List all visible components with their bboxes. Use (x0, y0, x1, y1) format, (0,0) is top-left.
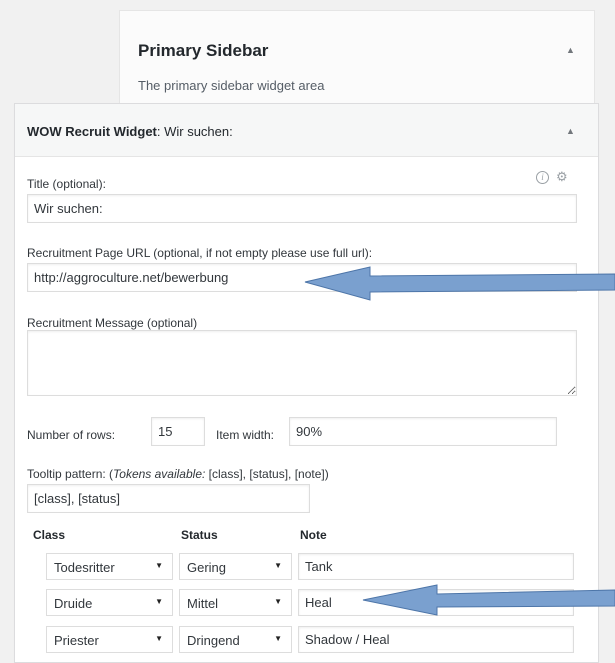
recruitment-url-input[interactable] (27, 263, 577, 292)
dropdown-arrow-icon: ▼ (155, 561, 163, 570)
tooltip-label: Tooltip pattern: (Tokens available: [cla… (27, 467, 329, 481)
column-header-status: Status (181, 528, 218, 542)
url-label: Recruitment Page URL (optional, if not e… (27, 246, 373, 260)
status-select-value: Dringend (187, 633, 240, 648)
dropdown-arrow-icon: ▼ (274, 561, 282, 570)
note-input[interactable] (298, 589, 574, 616)
class-select[interactable]: Priester ▼ (46, 626, 173, 653)
class-select-value: Todesritter (54, 560, 115, 575)
status-select[interactable]: Dringend ▼ (179, 626, 292, 653)
widget-toggle-icon[interactable]: ▲ (566, 126, 575, 136)
sidebar-description: The primary sidebar widget area (138, 78, 325, 93)
class-select-value: Priester (54, 633, 99, 648)
title-input[interactable] (27, 194, 577, 223)
class-select[interactable]: Druide ▼ (46, 589, 173, 616)
status-select-value: Gering (187, 560, 227, 575)
note-input[interactable] (298, 626, 574, 653)
widget-title-suffix: : Wir suchen: (156, 124, 233, 139)
info-icon[interactable]: i (536, 171, 549, 184)
widget-title: WOW Recruit Widget: Wir suchen: (27, 124, 233, 139)
rows-input[interactable] (151, 417, 205, 446)
tooltip-label-tokens: Tokens available: (113, 467, 206, 481)
class-select[interactable]: Todesritter ▼ (46, 553, 173, 580)
tooltip-label-prefix: Tooltip pattern: ( (27, 467, 114, 481)
column-header-class: Class (33, 528, 66, 542)
class-select-value: Druide (54, 596, 93, 611)
dropdown-arrow-icon: ▼ (155, 597, 163, 606)
tooltip-label-suffix: [class], [status], [note]) (205, 467, 329, 481)
status-select-value: Mittel (187, 596, 219, 611)
status-select[interactable]: Mittel ▼ (179, 589, 292, 616)
sidebar-title: Primary Sidebar (138, 41, 269, 60)
rows-label: Number of rows: (27, 428, 116, 442)
tooltip-pattern-input[interactable] (27, 484, 310, 513)
dropdown-arrow-icon: ▼ (274, 597, 282, 606)
recruitment-message-textarea[interactable] (27, 330, 577, 396)
message-label: Recruitment Message (optional) (27, 316, 198, 330)
status-select[interactable]: Gering ▼ (179, 553, 292, 580)
sidebar-toggle-icon[interactable]: ▲ (566, 45, 575, 55)
dropdown-arrow-icon: ▼ (155, 634, 163, 643)
dropdown-arrow-icon: ▼ (274, 634, 282, 643)
column-header-note: Note (300, 528, 327, 542)
note-input[interactable] (298, 553, 574, 580)
item-width-label: Item width: (216, 428, 275, 442)
widget-name: WOW Recruit Widget (27, 124, 157, 139)
wow-recruit-widget: WOW Recruit Widget: Wir suchen: ▲ Title … (14, 103, 599, 663)
widget-header[interactable]: WOW Recruit Widget: Wir suchen: ▲ (15, 104, 598, 157)
item-width-input[interactable] (289, 417, 557, 446)
bug-icon[interactable]: ⚙ (556, 169, 568, 185)
title-label: Title (optional): (27, 177, 106, 191)
